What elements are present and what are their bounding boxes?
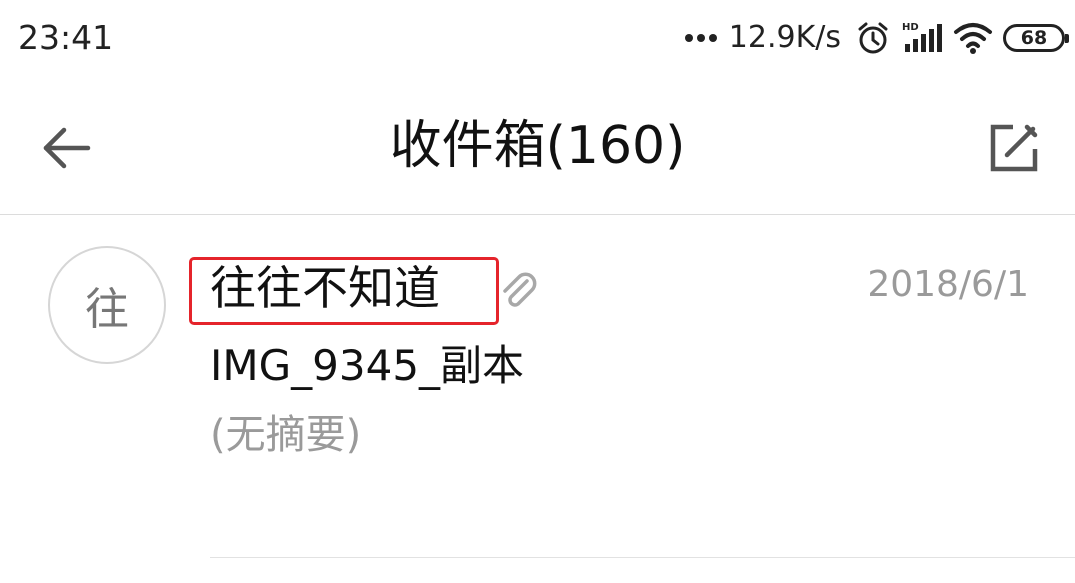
app-header: 收件箱(160): [0, 76, 1075, 215]
hd-signal-icon: HD: [902, 22, 942, 52]
sender-name: 往往不知道: [210, 261, 440, 315]
network-speed: 12.9K/s: [728, 20, 841, 55]
battery-icon: 68: [1003, 24, 1069, 52]
battery-level: 68: [1020, 27, 1048, 49]
wifi-icon: [954, 23, 992, 54]
alarm-icon: [858, 22, 888, 54]
paperclip-icon: [503, 272, 537, 307]
avatar: 往: [48, 246, 166, 364]
svg-text:HD: HD: [902, 22, 919, 33]
page-title: 收件箱(160): [389, 116, 686, 176]
more-dots-icon: [684, 34, 717, 42]
status-bar: 23:41 12.9K/s HD 68: [0, 0, 1075, 76]
compose-icon: [990, 124, 1038, 172]
message-date: 2018/6/1: [867, 264, 1029, 305]
status-icons: 12.9K/s HD 68: [684, 16, 1069, 60]
message-list-item[interactable]: 往 往往不知道 2018/6/1 IMG_9345_副本 (无摘要): [0, 215, 1075, 559]
list-divider: [210, 557, 1075, 558]
message-subject: IMG_9345_副本: [210, 341, 525, 390]
status-time: 23:41: [18, 18, 114, 57]
compose-button[interactable]: [982, 116, 1046, 180]
message-preview: (无摘要): [210, 412, 362, 458]
